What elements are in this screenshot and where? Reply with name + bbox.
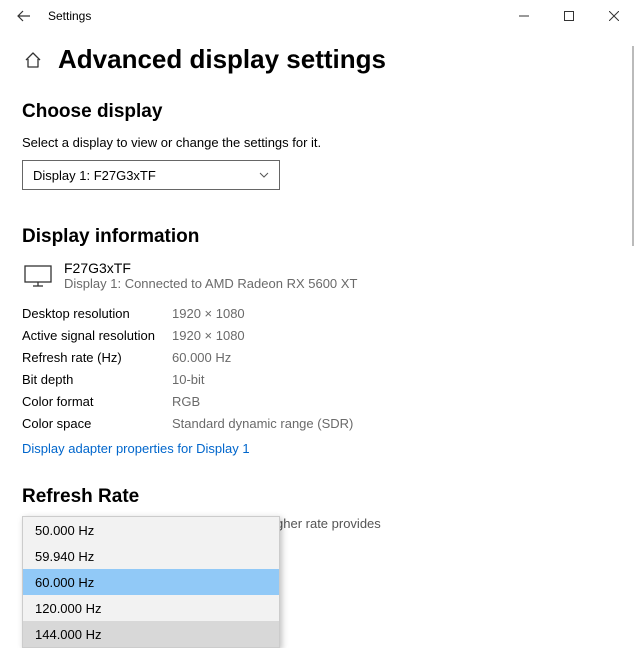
info-label: Refresh rate (Hz)	[22, 347, 172, 369]
info-label: Desktop resolution	[22, 303, 172, 325]
dropdown-item[interactable]: 59.940 Hz	[23, 543, 279, 569]
window-controls	[501, 0, 636, 32]
dropdown-item[interactable]: 50.000 Hz	[23, 517, 279, 543]
info-value: 1920 × 1080	[172, 303, 245, 325]
close-button[interactable]	[591, 0, 636, 32]
choose-display-subtext: Select a display to view or change the s…	[22, 135, 614, 150]
back-button[interactable]	[8, 0, 40, 32]
page-header: Advanced display settings	[22, 44, 614, 75]
window-title: Settings	[48, 9, 91, 23]
minimize-icon	[519, 11, 529, 21]
display-info-heading: Display information	[22, 226, 614, 248]
page-title: Advanced display settings	[58, 44, 386, 75]
info-row: Color spaceStandard dynamic range (SDR)	[22, 413, 614, 435]
info-label: Active signal resolution	[22, 325, 172, 347]
maximize-button[interactable]	[546, 0, 591, 32]
adapter-properties-link[interactable]: Display adapter properties for Display 1	[22, 441, 250, 456]
display-select-value: Display 1: F27G3xTF	[33, 168, 156, 183]
info-label: Bit depth	[22, 369, 172, 391]
monitor-summary: F27G3xTF Display 1: Connected to AMD Rad…	[22, 260, 614, 291]
home-icon	[24, 51, 42, 69]
close-icon	[609, 11, 619, 21]
info-value: 10-bit	[172, 369, 205, 391]
info-label: Color format	[22, 391, 172, 413]
refresh-rate-description-partial: gher rate provides	[276, 516, 614, 531]
dropdown-item[interactable]: 120.000 Hz	[23, 595, 279, 621]
info-value: 60.000 Hz	[172, 347, 231, 369]
refresh-rate-dropdown[interactable]: 50.000 Hz59.940 Hz60.000 Hz120.000 Hz144…	[22, 516, 280, 648]
info-value: 1920 × 1080	[172, 325, 245, 347]
info-row: Refresh rate (Hz)60.000 Hz	[22, 347, 614, 369]
info-row: Active signal resolution1920 × 1080	[22, 325, 614, 347]
info-table: Desktop resolution1920 × 1080Active sign…	[22, 303, 614, 435]
minimize-button[interactable]	[501, 0, 546, 32]
dropdown-item[interactable]: 144.000 Hz	[23, 621, 279, 647]
info-value: Standard dynamic range (SDR)	[172, 413, 353, 435]
maximize-icon	[564, 11, 574, 21]
titlebar: Settings	[0, 0, 636, 32]
info-value: RGB	[172, 391, 200, 413]
dropdown-item[interactable]: 60.000 Hz	[23, 569, 279, 595]
refresh-rate-heading: Refresh Rate	[22, 486, 614, 508]
info-row: Bit depth10-bit	[22, 369, 614, 391]
chevron-down-icon	[259, 172, 269, 178]
info-row: Color formatRGB	[22, 391, 614, 413]
info-label: Color space	[22, 413, 172, 435]
monitor-connection: Display 1: Connected to AMD Radeon RX 56…	[64, 276, 357, 291]
home-button[interactable]	[22, 49, 44, 71]
monitor-name: F27G3xTF	[64, 260, 357, 276]
arrow-left-icon	[17, 9, 31, 23]
monitor-icon	[24, 265, 52, 287]
info-row: Desktop resolution1920 × 1080	[22, 303, 614, 325]
content-area: Advanced display settings Choose display…	[0, 44, 636, 531]
choose-display-heading: Choose display	[22, 101, 614, 123]
display-select[interactable]: Display 1: F27G3xTF	[22, 160, 280, 190]
